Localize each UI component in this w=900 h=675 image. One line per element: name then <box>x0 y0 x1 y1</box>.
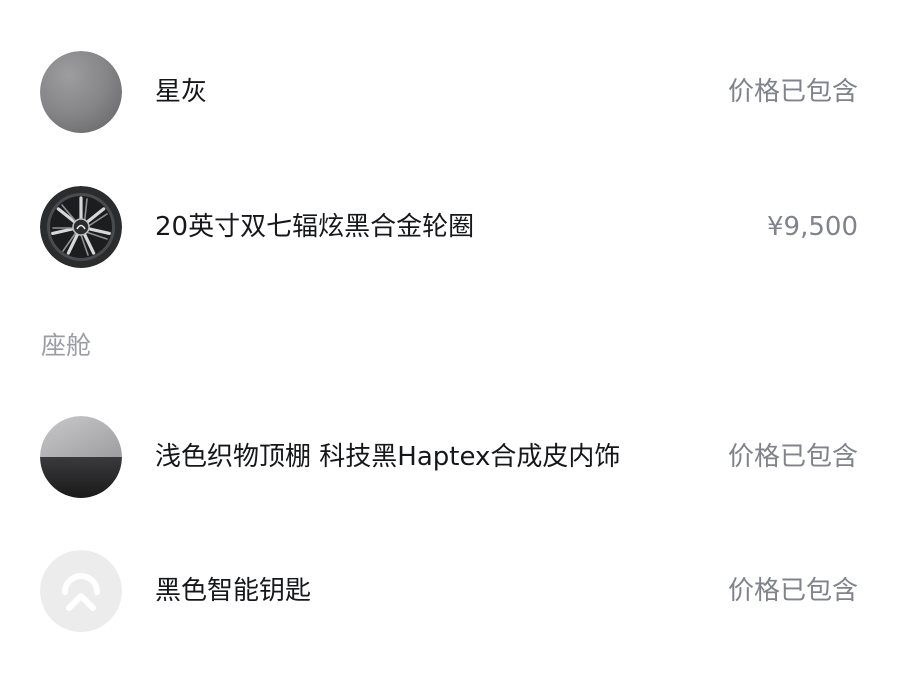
item-price: 价格已包含 <box>727 77 858 107</box>
item-price: 价格已包含 <box>727 576 858 606</box>
list-item-wheels[interactable]: 20英寸双七辐炫黑合金轮圈 ¥9,500 <box>0 179 900 275</box>
wheel-graphic <box>40 186 122 268</box>
section-title-cabin: 座舱 <box>41 331 92 360</box>
list-item-key[interactable]: 黑色智能钥匙 价格已包含 <box>0 543 900 639</box>
item-price: ¥9,500 <box>767 212 858 242</box>
interior-two-tone-swatch <box>40 416 122 498</box>
item-price: 价格已包含 <box>727 442 858 472</box>
item-name: 20英寸双七辐炫黑合金轮圈 <box>155 212 475 242</box>
interior-swatch-graphic <box>40 416 122 498</box>
paint-grey-swatch-graphic <box>40 51 122 133</box>
item-name: 星灰 <box>155 77 208 107</box>
wheel-icon <box>40 186 122 268</box>
configuration-summary-list: 星灰 价格已包含 20英寸双七辐炫黑合金轮圈 ¥9,500 座舱 浅色织物顶棚 … <box>0 0 900 675</box>
nio-logo-icon <box>40 550 122 632</box>
item-name: 浅色织物顶棚 科技黑Haptex合成皮内饰 <box>155 442 621 472</box>
paint-grey-swatch <box>40 51 122 133</box>
list-item-interior[interactable]: 浅色织物顶棚 科技黑Haptex合成皮内饰 价格已包含 <box>0 409 900 505</box>
nio-logo-graphic <box>40 550 122 632</box>
list-item-paint[interactable]: 星灰 价格已包含 <box>0 44 900 140</box>
item-name: 黑色智能钥匙 <box>155 576 312 606</box>
